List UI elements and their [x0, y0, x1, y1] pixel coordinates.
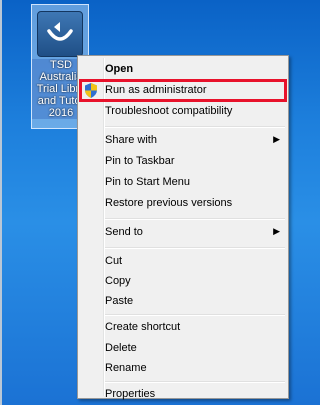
submenu-arrow-icon: ▶ — [273, 134, 280, 144]
menu-item-share-with[interactable]: Share with ▶ — [80, 130, 286, 151]
submenu-arrow-icon: ▶ — [273, 226, 280, 236]
menu-item-label: Create shortcut — [105, 321, 181, 333]
highlight-box — [79, 79, 287, 102]
menu-item-label: Open — [105, 63, 134, 75]
menu-item-label: Copy — [105, 275, 131, 287]
menu-separator — [105, 314, 285, 316]
menu-item-copy[interactable]: Copy — [80, 271, 286, 292]
menu-separator — [105, 126, 285, 128]
menu-item-label: Delete — [105, 342, 137, 354]
menu-item-label: Pin to Taskbar — [105, 155, 175, 167]
menu-item-label: Share with — [105, 134, 157, 146]
menu-item-pin-to-taskbar[interactable]: Pin to Taskbar — [80, 151, 286, 172]
menu-item-delete[interactable]: Delete — [80, 338, 286, 359]
menu-item-label: Send to — [105, 226, 143, 238]
menu-item-label: Properties — [105, 388, 156, 400]
menu-item-label: Restore previous versions — [105, 197, 233, 209]
context-menu: Open Run as administrator Troubleshoot c… — [77, 55, 289, 400]
menu-item-paste[interactable]: Paste — [80, 291, 286, 312]
menu-item-troubleshoot-compatibility[interactable]: Troubleshoot compatibility — [80, 101, 286, 122]
tsd-app-icon — [37, 11, 83, 57]
menu-separator — [105, 247, 285, 249]
menu-item-open[interactable]: Open — [80, 59, 286, 80]
menu-item-label: Troubleshoot compatibility — [105, 105, 233, 117]
menu-item-restore-previous-versions[interactable]: Restore previous versions — [80, 193, 286, 214]
menu-item-send-to[interactable]: Send to ▶ — [80, 222, 286, 243]
menu-item-cut[interactable]: Cut — [80, 251, 286, 272]
menu-separator — [105, 218, 285, 220]
menu-item-properties[interactable]: Properties — [80, 376, 286, 400]
menu-item-run-as-administrator[interactable]: Run as administrator — [79, 79, 287, 102]
menu-item-label: Pin to Start Menu — [105, 176, 190, 188]
menu-item-label: Rename — [105, 362, 147, 374]
menu-item-label: Cut — [105, 255, 123, 267]
menu-item-label: Paste — [105, 295, 134, 307]
menu-item-pin-to-start-menu[interactable]: Pin to Start Menu — [80, 172, 286, 193]
menu-item-create-shortcut[interactable]: Create shortcut — [80, 317, 286, 338]
